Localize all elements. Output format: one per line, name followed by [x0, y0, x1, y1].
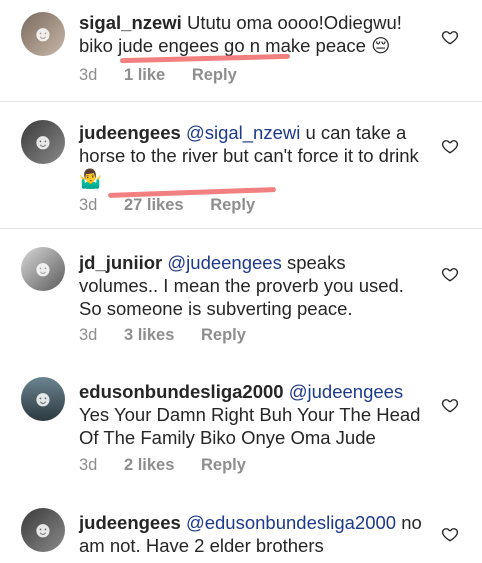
comment-body: jd_juniior @judeengees speaks volumes.. …: [79, 251, 429, 320]
comment-mention[interactable]: @edusonbundesliga2000: [186, 512, 396, 533]
avatar[interactable]: ☻: [21, 120, 65, 164]
comment-emoji: 🤷‍♂: [79, 169, 103, 190]
comment-time: 3d: [79, 456, 98, 474]
avatar[interactable]: ☻: [21, 247, 65, 291]
comment-body: judeengees @sigal_nzewi u can take a hor…: [79, 121, 429, 191]
reply-button[interactable]: Reply: [192, 66, 237, 84]
comment-username[interactable]: jd_juniior: [79, 252, 162, 273]
comment-body: judeengees @edusonbundesliga2000 no am n…: [79, 511, 429, 557]
comment-username[interactable]: judeengees: [79, 122, 181, 143]
user-avatar-icon: ☻: [31, 386, 55, 411]
comment-item: ☻ edusonbundesliga2000 @judeengees Yes Y…: [0, 360, 482, 490]
heart-outline-icon[interactable]: [441, 396, 459, 414]
heart-outline-icon[interactable]: [441, 265, 459, 283]
heart-outline-icon[interactable]: [441, 137, 459, 155]
reply-button[interactable]: Reply: [201, 456, 246, 474]
comment-item: ☻ judeengees @edusonbundesliga2000 no am…: [0, 491, 482, 563]
avatar[interactable]: ☻: [21, 377, 65, 421]
comment-likes[interactable]: 1 like: [124, 66, 165, 84]
comment-mention[interactable]: @sigal_nzewi: [186, 122, 300, 143]
comment-username[interactable]: sigal_nzewi: [79, 12, 182, 33]
comment-meta: 3d 1 like Reply: [79, 66, 259, 85]
comment-username[interactable]: edusonbundesliga2000: [79, 381, 284, 402]
heart-outline-icon[interactable]: [441, 28, 459, 46]
user-avatar-icon: ☻: [31, 21, 55, 46]
heart-outline-icon[interactable]: [441, 525, 459, 543]
reply-button[interactable]: Reply: [201, 326, 246, 344]
comment-likes[interactable]: 27 likes: [124, 196, 184, 214]
comment-text: Yes Your Damn Right Buh Your The Head Of…: [79, 404, 421, 448]
comment-meta: 3d 3 likes Reply: [79, 326, 268, 345]
comment-time: 3d: [79, 326, 98, 344]
user-avatar-icon: ☻: [31, 129, 55, 154]
comment-time: 3d: [79, 196, 98, 214]
avatar[interactable]: ☻: [21, 508, 65, 552]
comment-mention[interactable]: @judeengees: [167, 252, 281, 273]
comment-username[interactable]: judeengees: [79, 512, 181, 533]
user-avatar-icon: ☻: [31, 256, 55, 281]
user-avatar-icon: ☻: [31, 517, 55, 542]
comment-body: edusonbundesliga2000 @judeengees Yes You…: [79, 380, 429, 449]
reply-button[interactable]: Reply: [210, 196, 255, 214]
comment-item: ☻ sigal_nzewi Ututu oma oooo!Odiegwu! bi…: [0, 0, 482, 100]
avatar[interactable]: ☻: [21, 12, 65, 56]
comment-mention[interactable]: @judeengees: [289, 381, 403, 402]
comment-likes[interactable]: 3 likes: [124, 326, 174, 344]
comment-item: ☻ judeengees @sigal_nzewi u can take a h…: [0, 102, 482, 220]
comment-meta: 3d 2 likes Reply: [79, 456, 268, 475]
comment-likes[interactable]: 2 likes: [124, 456, 174, 474]
comment-body: sigal_nzewi Ututu oma oooo!Odiegwu! biko…: [79, 11, 429, 58]
comment-item: ☻ jd_juniior @judeengees speaks volumes.…: [0, 229, 482, 359]
comment-meta: 3d 27 likes Reply: [79, 196, 277, 215]
comment-emoji: 😔: [371, 36, 391, 57]
comment-time: 3d: [79, 66, 98, 84]
